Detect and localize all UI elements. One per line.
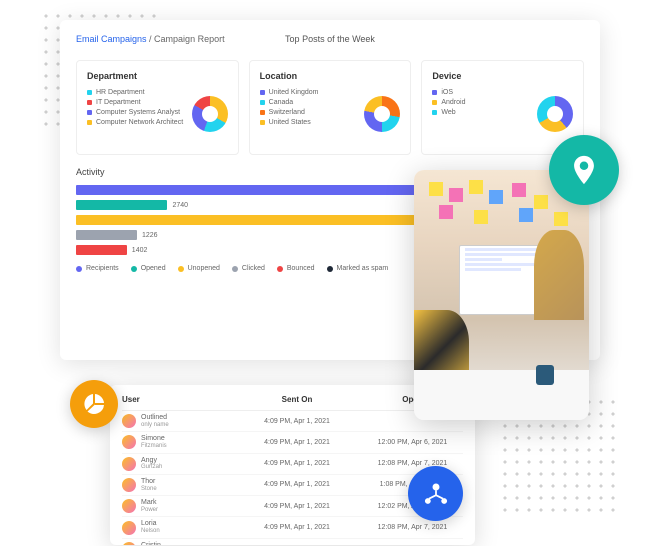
table-row[interactable]: Outlinedonly name4:09 PM, Apr 1, 2021 bbox=[122, 411, 463, 432]
color-dot bbox=[432, 100, 437, 105]
page-subtitle: Top Posts of the Week bbox=[285, 34, 375, 44]
legend-item: Clicked bbox=[232, 265, 265, 272]
panel-title: Device bbox=[432, 71, 573, 81]
team-hierarchy-icon bbox=[422, 480, 450, 508]
col-sent: Sent On bbox=[232, 395, 362, 404]
table-row[interactable]: CristinOrson4:09 PM, Apr 1, 202112:08 PM… bbox=[122, 539, 463, 545]
color-dot bbox=[432, 110, 437, 115]
device-donut-chart bbox=[537, 96, 573, 132]
legend-item: Unopened bbox=[178, 265, 220, 272]
color-dot bbox=[87, 110, 92, 115]
avatar bbox=[122, 478, 136, 492]
avatar bbox=[122, 457, 136, 471]
color-dot bbox=[87, 120, 92, 125]
color-dot bbox=[87, 90, 92, 95]
color-dot bbox=[260, 120, 265, 125]
avatar bbox=[122, 542, 136, 545]
table-header: User Sent On Open bbox=[122, 395, 463, 411]
breadcrumb-parent[interactable]: Email Campaigns bbox=[76, 34, 147, 44]
legend-item: iOS bbox=[432, 89, 573, 96]
location-badge bbox=[549, 135, 619, 205]
color-dot bbox=[432, 90, 437, 95]
avatar bbox=[122, 499, 136, 513]
col-user: User bbox=[122, 395, 232, 404]
legend-item: Recipients bbox=[76, 265, 119, 272]
color-dot bbox=[260, 110, 265, 115]
avatar bbox=[122, 414, 136, 428]
legend-item: Opened bbox=[131, 265, 166, 272]
table-row[interactable]: AngyGurtzah4:09 PM, Apr 1, 202112:08 PM,… bbox=[122, 454, 463, 475]
color-dot bbox=[87, 100, 92, 105]
pie-chart-icon bbox=[82, 392, 106, 416]
legend-item: United Kingdom bbox=[260, 89, 401, 96]
legend-item: HR Department bbox=[87, 89, 228, 96]
table-row[interactable]: LoriaNelson4:09 PM, Apr 1, 202112:08 PM,… bbox=[122, 517, 463, 538]
map-pin-icon bbox=[567, 153, 601, 187]
legend-item: Bounced bbox=[277, 265, 315, 272]
device-panel: Device iOSAndroidWeb bbox=[421, 60, 584, 155]
team-photo-card bbox=[414, 170, 589, 420]
color-dot bbox=[260, 100, 265, 105]
avatar bbox=[122, 435, 136, 449]
color-dot bbox=[260, 90, 265, 95]
department-donut-chart bbox=[192, 96, 228, 132]
avatar bbox=[122, 521, 136, 535]
location-panel: Location United KingdomCanadaSwitzerland… bbox=[249, 60, 412, 155]
department-panel: Department HR DepartmentIT DepartmentCom… bbox=[76, 60, 239, 155]
chart-badge bbox=[70, 380, 118, 428]
table-row[interactable]: SimoneFitzmanis4:09 PM, Apr 1, 202112:00… bbox=[122, 432, 463, 453]
panel-title: Location bbox=[260, 71, 401, 81]
panel-title: Department bbox=[87, 71, 228, 81]
team-badge bbox=[408, 466, 463, 521]
breadcrumb-current: Campaign Report bbox=[154, 34, 225, 44]
legend-item: Marked as spam bbox=[327, 265, 389, 272]
location-donut-chart bbox=[364, 96, 400, 132]
